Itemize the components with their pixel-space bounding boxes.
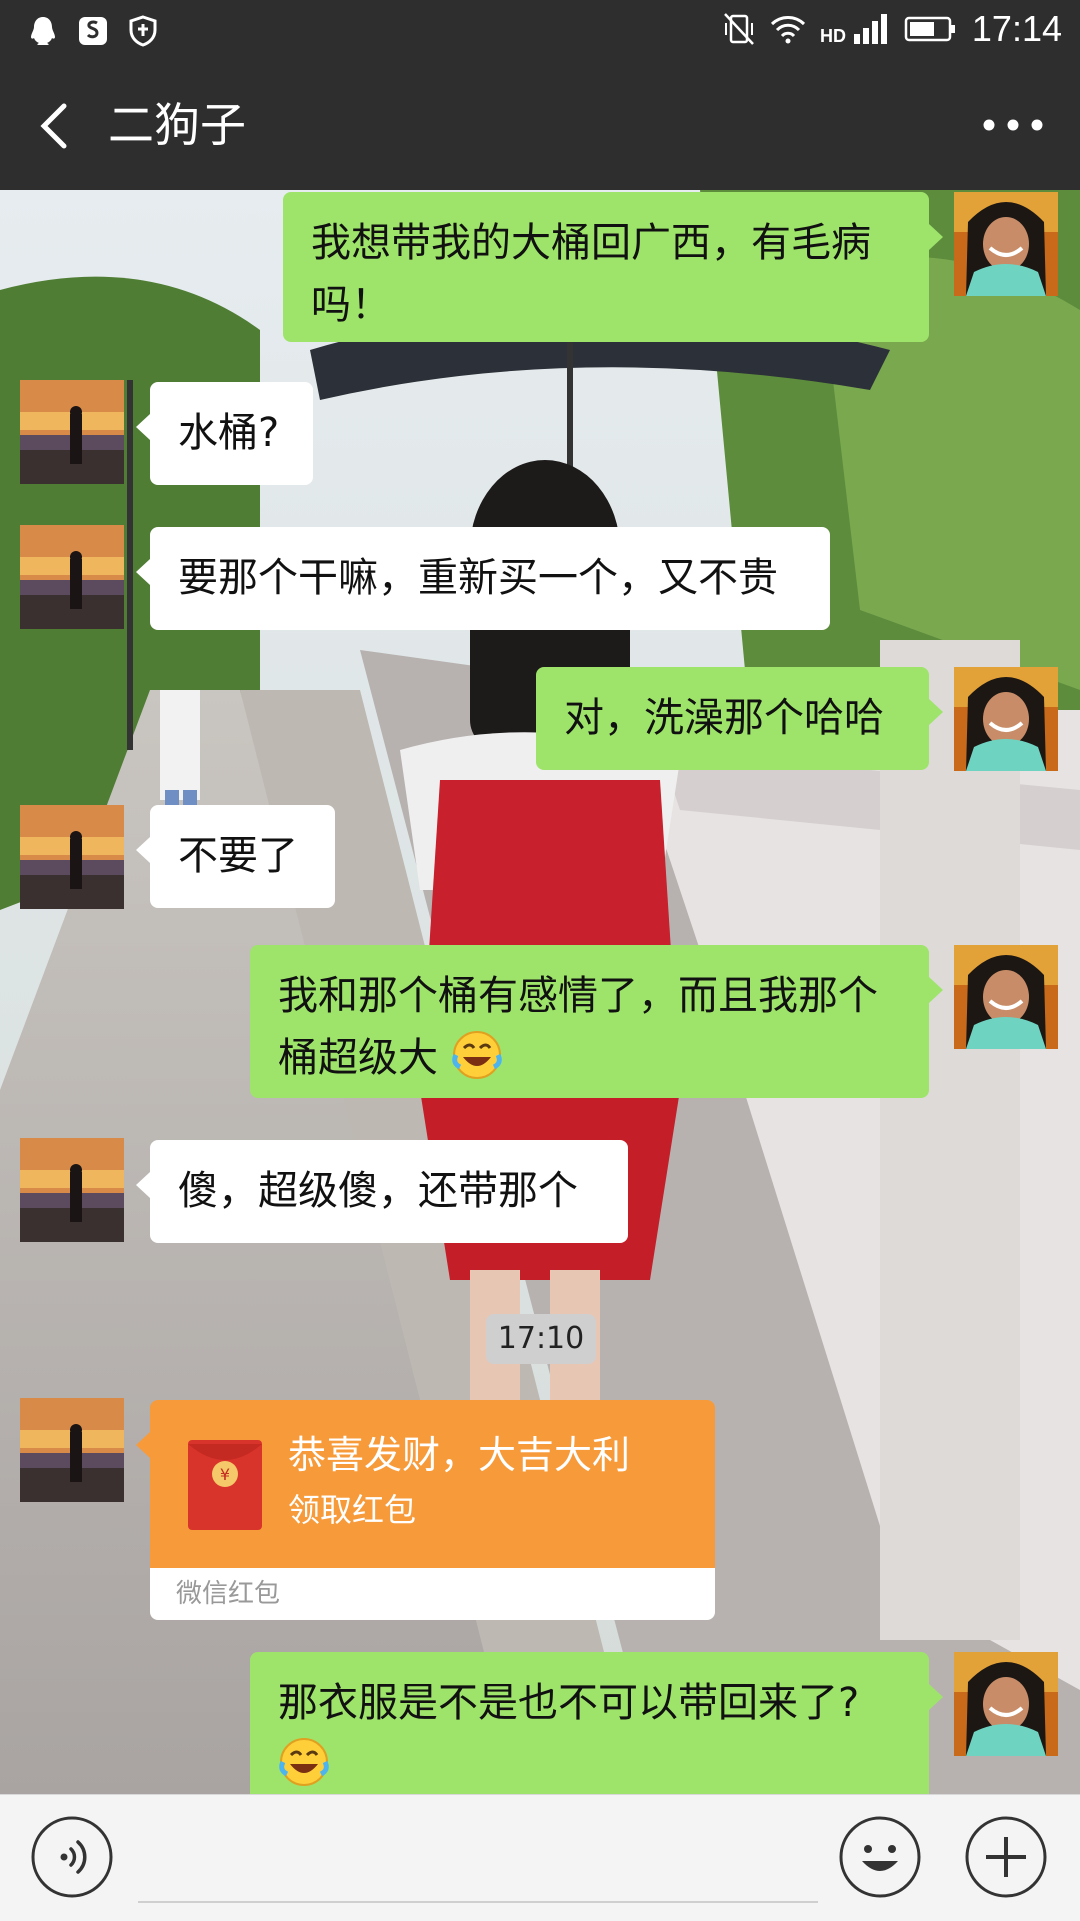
input-bar <box>0 1794 1080 1921</box>
red-packet-subtitle: 领取红包 <box>288 1491 417 1529</box>
red-packet-footer: 微信红包 <box>150 1568 715 1620</box>
smiley-icon[interactable] <box>838 1815 922 1899</box>
contact-avatar[interactable] <box>20 805 124 909</box>
red-packet-body[interactable]: ¥ 恭喜发财，大吉大利 领取红包 <box>136 1400 715 1568</box>
message-text: 要那个干嘛，重新买一个，又不贵 <box>178 555 778 601</box>
message-bubble-outgoing[interactable]: 对，洗澡那个哈哈 <box>536 667 943 770</box>
message-bubble-incoming[interactable]: 要那个干嘛，重新买一个，又不贵 <box>136 527 830 630</box>
message-bubble-outgoing[interactable]: 那衣服是不是也不可以带回来了? <box>250 1652 943 1794</box>
message-text: 水桶? <box>178 410 280 456</box>
battery-icon <box>904 16 955 42</box>
message-text: 不要了 <box>178 833 298 879</box>
my-avatar[interactable] <box>954 192 1058 296</box>
red-envelope-icon: ¥ <box>188 1440 262 1530</box>
svg-text:HD: HD <box>820 26 846 46</box>
message-input[interactable] <box>138 1815 818 1903</box>
my-avatar[interactable] <box>954 1652 1058 1756</box>
soul-icon <box>79 17 107 45</box>
message-text: 我和那个桶有感情了，而且我那个桶超级大 <box>278 973 878 1081</box>
message-text: 那衣服是不是也不可以带回来了? <box>278 1680 860 1726</box>
message-bubble-incoming[interactable]: 傻，超级傻，还带那个 <box>136 1140 628 1243</box>
no-vibrate-icon <box>723 13 754 45</box>
message-text: 傻，超级傻，还带那个 <box>178 1168 578 1214</box>
chat-header: 二狗子 <box>0 62 1080 190</box>
red-packet-message[interactable]: ¥ 恭喜发财，大吉大利 领取红包 微信红包 <box>136 1400 715 1620</box>
message-text: 我想带我的大桶回广西，有毛病吗！ <box>311 220 871 328</box>
message-bubble-outgoing[interactable]: 我想带我的大桶回广西，有毛病吗！ <box>283 192 943 342</box>
message-text: 对，洗澡那个哈哈 <box>564 695 884 741</box>
shield-icon <box>129 15 157 47</box>
status-time: 17:14 <box>971 8 1062 49</box>
wifi-icon <box>770 16 805 44</box>
message-bubble-incoming[interactable]: 不要了 <box>136 805 335 908</box>
chevron-left-icon[interactable] <box>30 98 80 154</box>
time-divider: 17:10 <box>486 1314 596 1364</box>
chat-title: 二狗子 <box>108 98 246 152</box>
qq-icon <box>31 17 55 45</box>
plus-icon[interactable] <box>964 1815 1048 1899</box>
voice-icon[interactable] <box>30 1815 114 1899</box>
laughing-tears-emoji <box>279 1738 329 1786</box>
contact-avatar[interactable] <box>20 1138 124 1242</box>
laughing-tears-emoji <box>451 1031 502 1079</box>
status-bar: HD 17:14 <box>0 0 1080 62</box>
message-bubble-outgoing[interactable]: 我和那个桶有感情了，而且我那个桶超级大 <box>250 945 943 1098</box>
my-avatar[interactable] <box>954 667 1058 771</box>
hd-signal-icon: HD <box>820 14 887 46</box>
my-avatar[interactable] <box>954 945 1058 1049</box>
svg-text:¥: ¥ <box>220 1465 230 1484</box>
contact-avatar[interactable] <box>20 380 124 484</box>
contact-avatar[interactable] <box>20 525 124 629</box>
contact-avatar[interactable] <box>20 1398 124 1502</box>
more-dots-icon[interactable] <box>980 110 1046 140</box>
chat-area[interactable]: 我想带我的大桶回广西，有毛病吗！ 水桶? 要那个干嘛，重新买一个，又不贵 对，洗… <box>0 190 1080 1794</box>
red-packet-title: 恭喜发财，大吉大利 <box>288 1433 631 1477</box>
message-bubble-incoming[interactable]: 水桶? <box>136 382 313 485</box>
